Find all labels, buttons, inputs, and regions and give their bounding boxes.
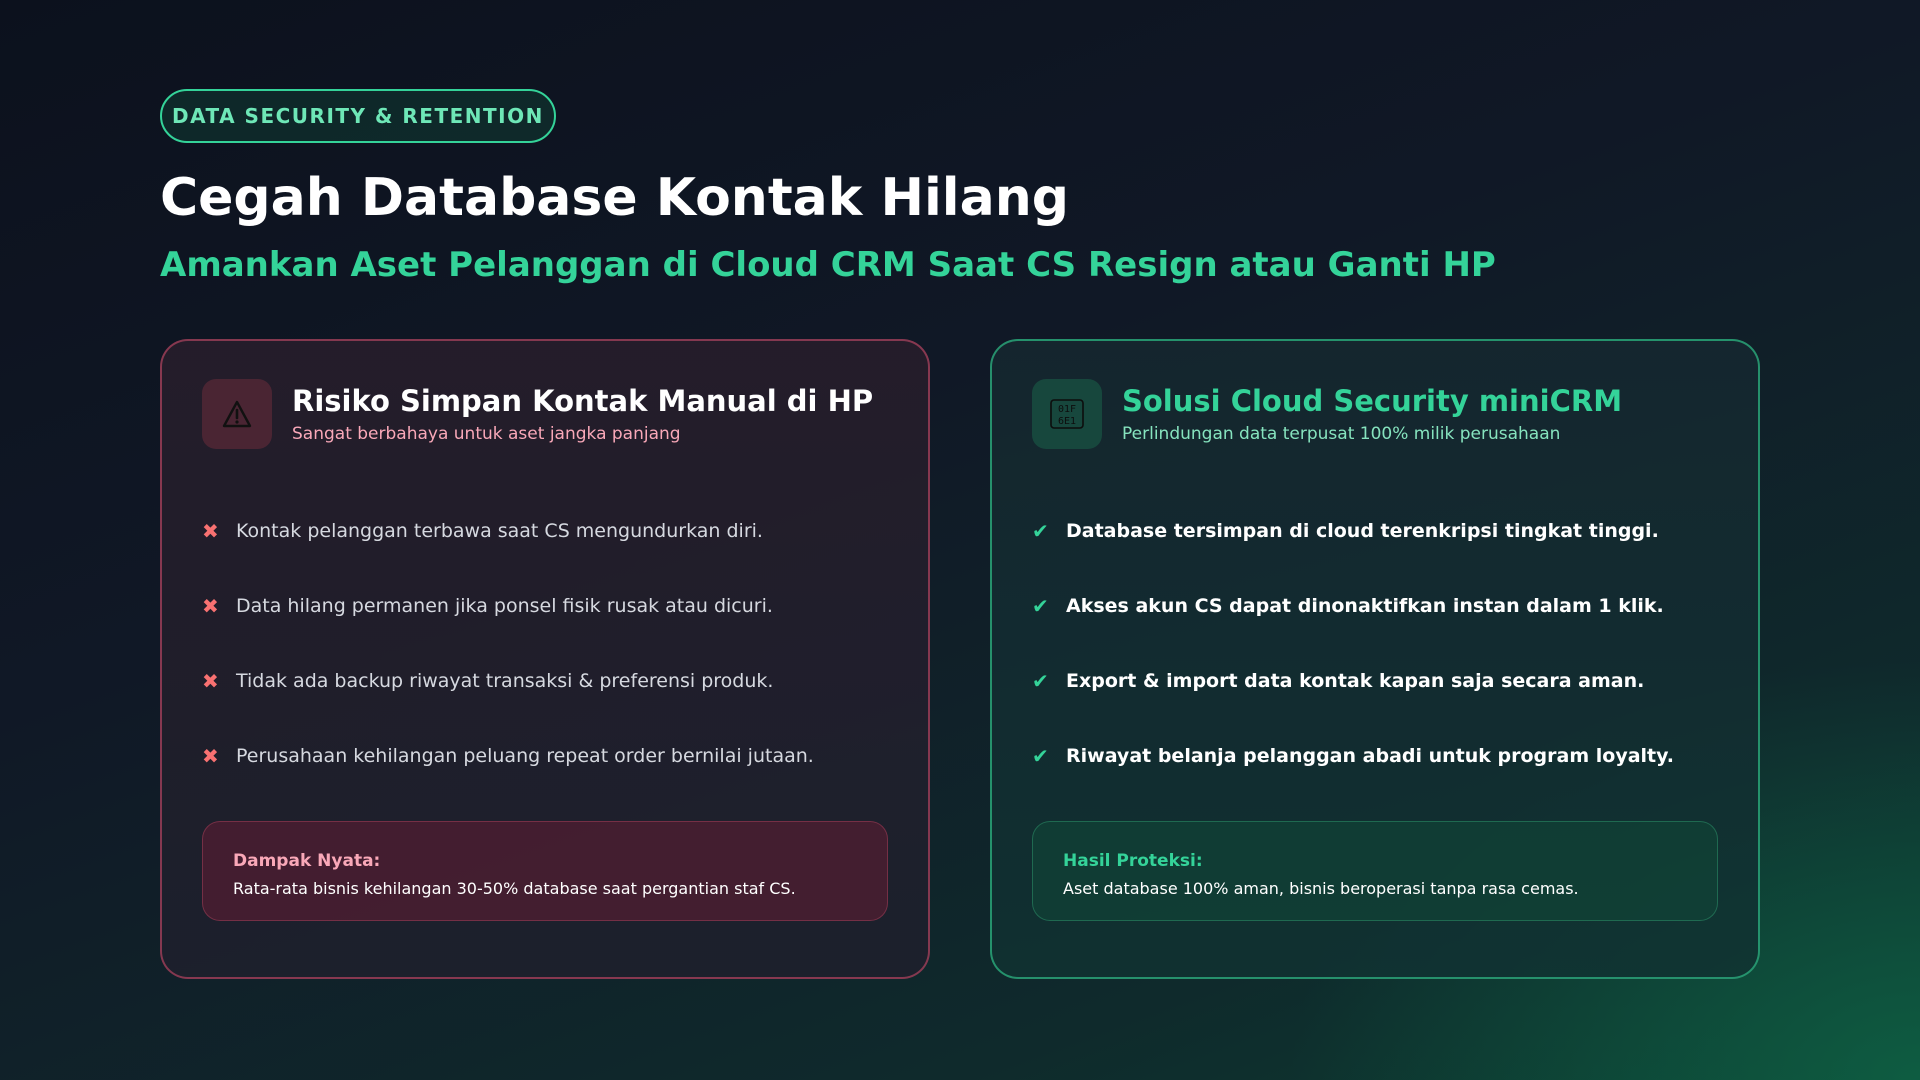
list-item: ✖ Perusahaan kehilangan peluang repeat o… xyxy=(202,718,888,793)
check-icon: ✔ xyxy=(1032,518,1049,543)
list-item-text: Data hilang permanen jika ponsel fisik r… xyxy=(236,594,773,617)
cross-icon: ✖ xyxy=(202,743,219,768)
impact-text: Rata-rata bisnis kehilangan 30-50% datab… xyxy=(233,879,796,898)
check-icon: ✔ xyxy=(1032,593,1049,618)
risk-card-title: Risiko Simpan Kontak Manual di HP xyxy=(292,384,874,418)
risk-list: ✖ Kontak pelanggan terbawa saat CS mengu… xyxy=(202,493,888,793)
list-item-text: Kontak pelanggan terbawa saat CS mengund… xyxy=(236,519,763,542)
list-item: ✖ Data hilang permanen jika ponsel fisik… xyxy=(202,568,888,643)
list-item: ✖ Kontak pelanggan terbawa saat CS mengu… xyxy=(202,493,888,568)
solution-card-header: 01F 6E1 Solusi Cloud Security miniCRM Pe… xyxy=(1032,379,1718,449)
warning-icon xyxy=(202,379,272,449)
solution-card-title: Solusi Cloud Security miniCRM xyxy=(1122,384,1623,418)
solution-card: 01F 6E1 Solusi Cloud Security miniCRM Pe… xyxy=(990,339,1760,979)
list-item: ✔ Akses akun CS dapat dinonaktifkan inst… xyxy=(1032,568,1718,643)
risk-impact-box: Dampak Nyata: Rata-rata bisnis kehilanga… xyxy=(202,821,888,921)
svg-text:6E1: 6E1 xyxy=(1058,416,1076,427)
solution-card-subtitle: Perlindungan data terpusat 100% milik pe… xyxy=(1122,424,1561,444)
binary-code-icon: 01F 6E1 xyxy=(1032,379,1102,449)
risk-card: Risiko Simpan Kontak Manual di HP Sangat… xyxy=(160,339,930,979)
svg-text:01F: 01F xyxy=(1058,404,1076,415)
slide-content: DATA SECURITY & RETENTION Cegah Database… xyxy=(160,89,1760,979)
list-item: ✔ Riwayat belanja pelanggan abadi untuk … xyxy=(1032,718,1718,793)
list-item: ✔ Database tersimpan di cloud terenkrips… xyxy=(1032,493,1718,568)
solution-list: ✔ Database tersimpan di cloud terenkrips… xyxy=(1032,493,1718,793)
risk-card-subtitle: Sangat berbahaya untuk aset jangka panja… xyxy=(292,424,681,444)
list-item-text: Database tersimpan di cloud terenkripsi … xyxy=(1066,519,1659,542)
cross-icon: ✖ xyxy=(202,593,219,618)
result-label: Hasil Proteksi: xyxy=(1063,851,1203,871)
list-item-text: Riwayat belanja pelanggan abadi untuk pr… xyxy=(1066,744,1674,767)
list-item-text: Export & import data kontak kapan saja s… xyxy=(1066,669,1645,692)
result-text: Aset database 100% aman, bisnis beropera… xyxy=(1063,879,1579,898)
page-title: Cegah Database Kontak Hilang xyxy=(160,168,1069,228)
list-item: ✖ Tidak ada backup riwayat transaksi & p… xyxy=(202,643,888,718)
list-item-text: Akses akun CS dapat dinonaktifkan instan… xyxy=(1066,594,1664,617)
cross-icon: ✖ xyxy=(202,518,219,543)
impact-label: Dampak Nyata: xyxy=(233,851,381,871)
page-subtitle: Amankan Aset Pelanggan di Cloud CRM Saat… xyxy=(160,245,1496,285)
solution-result-box: Hasil Proteksi: Aset database 100% aman,… xyxy=(1032,821,1718,921)
list-item-text: Tidak ada backup riwayat transaksi & pre… xyxy=(236,669,774,692)
check-icon: ✔ xyxy=(1032,743,1049,768)
cross-icon: ✖ xyxy=(202,668,219,693)
category-badge: DATA SECURITY & RETENTION xyxy=(160,89,556,143)
risk-card-header: Risiko Simpan Kontak Manual di HP Sangat… xyxy=(202,379,888,449)
check-icon: ✔ xyxy=(1032,668,1049,693)
comparison-cards: Risiko Simpan Kontak Manual di HP Sangat… xyxy=(160,339,1760,979)
list-item: ✔ Export & import data kontak kapan saja… xyxy=(1032,643,1718,718)
list-item-text: Perusahaan kehilangan peluang repeat ord… xyxy=(236,744,814,767)
